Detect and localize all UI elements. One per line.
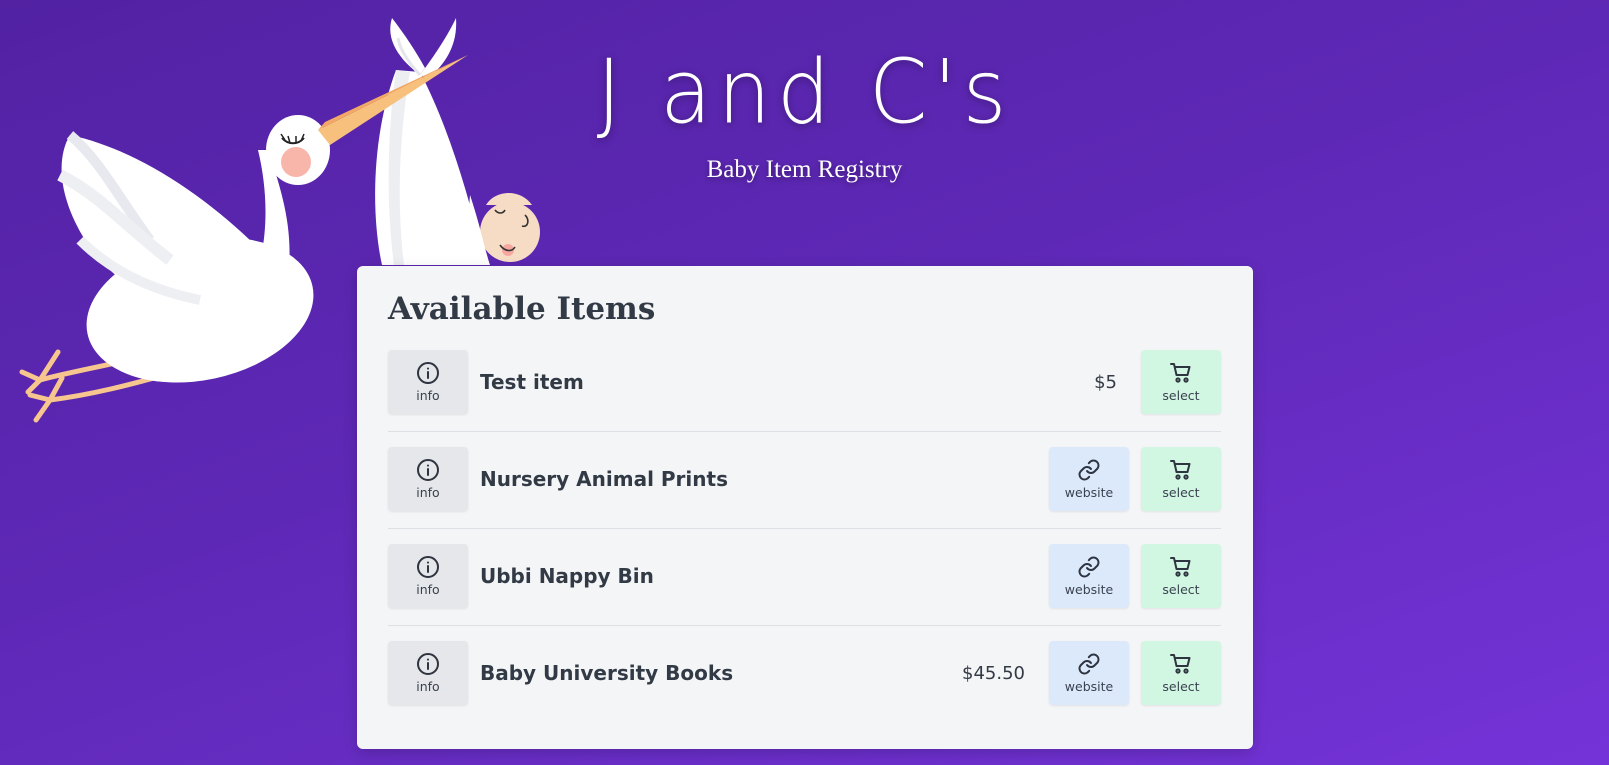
info-button[interactable]: info [388, 447, 468, 512]
item-price: $45.50 [962, 662, 1025, 684]
registry-subtitle: Baby Item Registry [706, 156, 903, 183]
shopping-cart-icon [1170, 654, 1191, 674]
info-circle-icon [417, 459, 439, 482]
shopping-cart-icon [1170, 363, 1191, 383]
link-icon [1078, 653, 1100, 675]
shopping-cart-icon [1170, 557, 1191, 577]
registry-header: J and C's Baby Item Registry [0, 40, 1609, 184]
link-icon [1078, 459, 1100, 481]
items-list: info Test item $5 select info Nursery An… [388, 350, 1221, 722]
item-name: Test item [480, 370, 584, 395]
shopping-cart-icon [1170, 460, 1191, 480]
website-button[interactable]: website [1049, 544, 1129, 609]
website-button-label: website [1064, 679, 1114, 695]
available-items-heading: Available Items [388, 291, 656, 327]
info-button-label: info [416, 388, 440, 404]
list-item: info Nursery Animal Prints website selec… [388, 447, 1221, 530]
website-button[interactable]: website [1049, 447, 1129, 512]
website-button[interactable]: website [1049, 641, 1129, 706]
select-button-label: select [1162, 582, 1200, 598]
info-circle-icon [417, 556, 439, 579]
item-name: Baby University Books [480, 661, 734, 686]
info-button[interactable]: info [388, 350, 468, 415]
select-button[interactable]: select [1141, 350, 1221, 415]
info-circle-icon [417, 653, 439, 676]
info-button-label: info [416, 582, 440, 598]
registry-title: J and C's [596, 40, 1013, 144]
item-price: $5 [1094, 371, 1117, 393]
info-button[interactable]: info [388, 544, 468, 609]
website-button-label: website [1064, 485, 1114, 501]
website-button-label: website [1064, 582, 1114, 598]
select-button-label: select [1162, 388, 1200, 404]
info-button-label: info [416, 485, 440, 501]
list-item: info Ubbi Nappy Bin website select [388, 544, 1221, 627]
items-card: Available Items info Test item $5 select [357, 266, 1253, 749]
list-item: info Test item $5 select [388, 350, 1221, 433]
info-button-label: info [416, 679, 440, 695]
item-name: Nursery Animal Prints [480, 467, 728, 492]
link-icon [1078, 556, 1100, 578]
select-button[interactable]: select [1141, 544, 1221, 609]
select-button[interactable]: select [1141, 641, 1221, 706]
select-button[interactable]: select [1141, 447, 1221, 512]
select-button-label: select [1162, 679, 1200, 695]
info-button[interactable]: info [388, 641, 468, 706]
list-item: info Baby University Books $45.50 websit… [388, 641, 1221, 722]
info-circle-icon [417, 362, 439, 385]
select-button-label: select [1162, 485, 1200, 501]
item-name: Ubbi Nappy Bin [480, 564, 654, 589]
